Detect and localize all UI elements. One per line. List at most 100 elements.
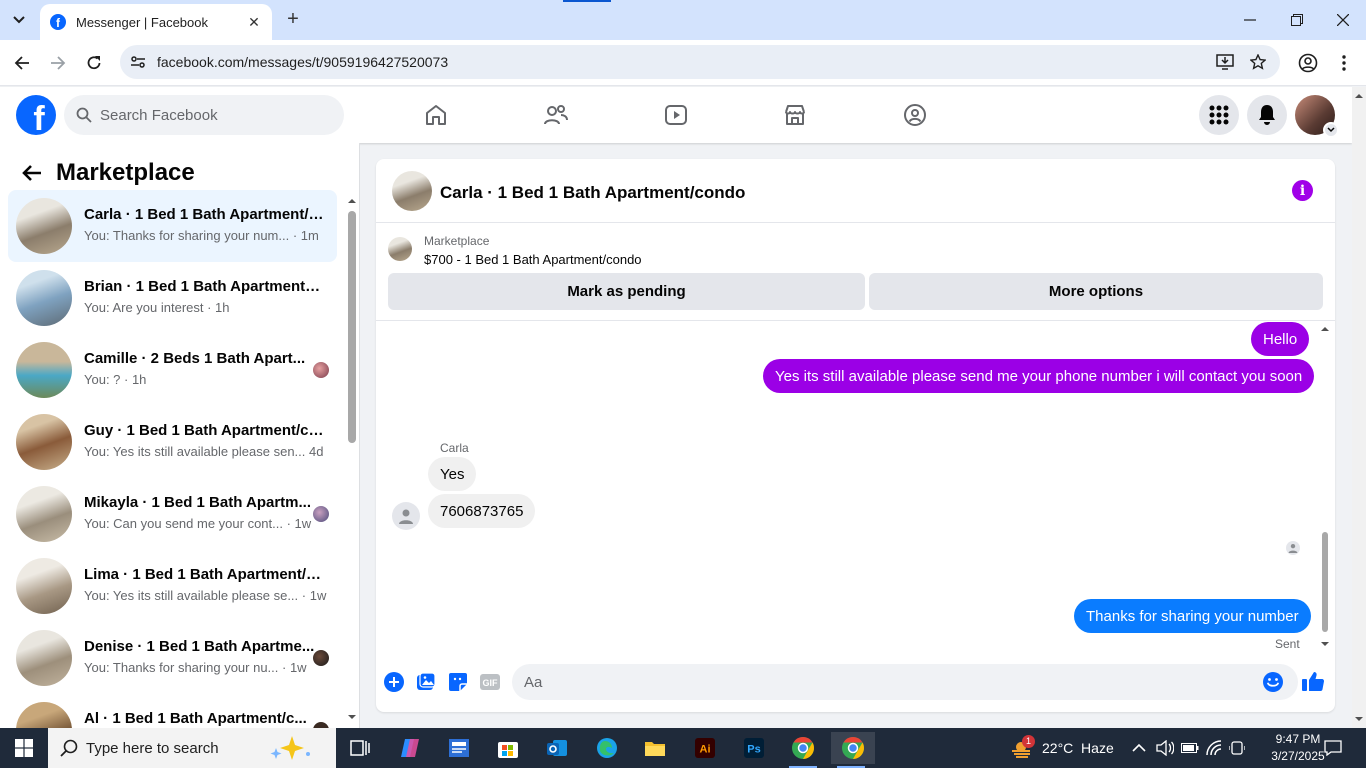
scrollbar-thumb[interactable] xyxy=(348,211,356,443)
profile-icon xyxy=(1298,53,1318,73)
attach-photo-button[interactable] xyxy=(415,671,437,693)
browser-tab[interactable]: f Messenger | Facebook ✕ xyxy=(40,4,272,40)
taskbar: Type here to search Ai Ps 1 22°C Haze 9:… xyxy=(0,728,1366,768)
nav-marketplace[interactable] xyxy=(781,101,809,129)
conversation-item-carla[interactable]: Carla · 1 Bed 1 Bath Apartment/c... You:… xyxy=(8,190,337,262)
chevron-down-icon xyxy=(1327,127,1335,133)
conversation-item-lima[interactable]: Lima · 1 Bed 1 Bath Apartment/c... You: … xyxy=(8,550,337,622)
message-bubble-incoming[interactable]: Yes xyxy=(428,457,477,491)
user-icon xyxy=(1288,543,1298,553)
news-app[interactable] xyxy=(439,732,479,764)
back-button[interactable] xyxy=(10,51,34,75)
page-scrollbar[interactable] xyxy=(1352,87,1366,728)
browser-tab-strip: f Messenger | Facebook ✕ + xyxy=(0,0,1366,40)
scroll-down-arrow-icon[interactable] xyxy=(345,711,359,723)
conversation-item-denise[interactable]: Denise · 1 Bed 1 Bath Apartme... You: Th… xyxy=(8,622,337,694)
facebook-logo[interactable]: f xyxy=(16,95,56,135)
nav-friends[interactable] xyxy=(542,101,570,129)
scrollbar-thumb[interactable] xyxy=(1322,532,1328,632)
emoji-icon[interactable] xyxy=(1262,671,1284,693)
tab-list-button[interactable] xyxy=(6,8,32,32)
copilot-app[interactable] xyxy=(390,732,430,764)
edge-app[interactable] xyxy=(587,732,627,764)
more-options-button[interactable]: More options xyxy=(869,273,1323,310)
conversation-item-camille[interactable]: Camille · 2 Beds 1 Bath Apart... You: ? … xyxy=(8,334,337,406)
like-button[interactable] xyxy=(1301,669,1325,693)
bookmark-star-icon[interactable] xyxy=(1248,52,1268,72)
chat-listing-avatar[interactable] xyxy=(392,171,432,211)
conversation-list-scrollbar[interactable] xyxy=(345,193,359,723)
chrome-profile-app[interactable] xyxy=(831,732,875,768)
mark-as-pending-button[interactable]: Mark as pending xyxy=(388,273,865,310)
info-icon: i xyxy=(1299,182,1306,199)
close-tab-icon[interactable]: ✕ xyxy=(246,14,262,31)
taskbar-search[interactable]: Type here to search xyxy=(48,728,336,768)
reload-button[interactable] xyxy=(82,51,106,75)
url-text: facebook.com/messages/t/9059196427520073 xyxy=(157,54,449,70)
minimize-button[interactable] xyxy=(1238,8,1262,32)
outlook-icon xyxy=(547,740,567,756)
gif-button[interactable]: GIF xyxy=(479,671,501,693)
message-input[interactable] xyxy=(524,664,1244,700)
device-button[interactable] xyxy=(1229,728,1245,768)
facebook-search-input[interactable]: Search Facebook xyxy=(64,95,344,135)
message-bubble-incoming[interactable]: 7606873765 xyxy=(428,494,536,528)
seen-avatar xyxy=(313,506,329,522)
photoshop-app[interactable]: Ps xyxy=(734,732,774,764)
conversation-item-mikayla[interactable]: Mikayla · 1 Bed 1 Bath Apartm... You: Ca… xyxy=(8,478,337,550)
message-scrollbar[interactable] xyxy=(1318,324,1332,649)
chrome-app[interactable] xyxy=(783,732,823,768)
info-button[interactable]: i xyxy=(1292,180,1313,201)
weather-text: 22°C Haze xyxy=(1042,740,1114,756)
site-info-icon[interactable] xyxy=(128,52,148,72)
scroll-up-arrow-icon[interactable] xyxy=(345,195,359,207)
message-bubble-outgoing[interactable]: Hello xyxy=(1251,322,1310,356)
nav-home[interactable] xyxy=(422,101,450,129)
notification-center-button[interactable] xyxy=(1324,728,1342,768)
more-actions-button[interactable] xyxy=(383,671,405,693)
nav-groups[interactable] xyxy=(901,101,929,129)
address-bar[interactable]: facebook.com/messages/t/9059196427520073 xyxy=(120,45,1280,79)
scroll-up-arrow-icon[interactable] xyxy=(1318,324,1332,334)
profile-button[interactable] xyxy=(1296,51,1320,75)
outlook-app[interactable] xyxy=(537,732,577,764)
network-button[interactable] xyxy=(1205,728,1223,768)
account-avatar[interactable] xyxy=(1295,95,1339,138)
menu-button[interactable] xyxy=(1199,95,1239,135)
illustrator-app[interactable]: Ai xyxy=(685,732,725,764)
conversation-item-guy[interactable]: Guy · 1 Bed 1 Bath Apartment/co... You: … xyxy=(8,406,337,478)
marketplace-back-button[interactable] xyxy=(16,157,48,189)
nav-video[interactable] xyxy=(662,101,690,129)
message-bubble-outgoing[interactable]: Thanks for sharing your number xyxy=(1074,599,1311,633)
conversation-name: Al · 1 Bed 1 Bath Apartment/c... xyxy=(84,710,307,727)
sender-avatar[interactable] xyxy=(392,502,420,530)
volume-button[interactable] xyxy=(1156,728,1174,768)
scroll-down-arrow-icon[interactable] xyxy=(1352,712,1366,726)
taskbar-search-placeholder: Type here to search xyxy=(86,739,219,757)
new-tab-button[interactable]: + xyxy=(282,9,304,31)
start-button[interactable] xyxy=(0,728,48,768)
scroll-down-arrow-icon[interactable] xyxy=(1318,639,1332,649)
chevron-down-icon xyxy=(13,16,25,24)
scroll-up-arrow-icon[interactable] xyxy=(1352,89,1366,103)
task-view-button[interactable] xyxy=(340,732,380,764)
sticker-button[interactable] xyxy=(447,671,469,693)
browser-menu-button[interactable] xyxy=(1332,51,1356,75)
microsoft-store-app[interactable] xyxy=(488,732,528,764)
facebook-favicon-icon: f xyxy=(50,14,66,30)
show-hidden-icons-button[interactable] xyxy=(1132,728,1146,768)
install-app-icon[interactable] xyxy=(1215,52,1235,72)
message-bubble-outgoing[interactable]: Yes its still available please send me y… xyxy=(763,359,1315,393)
message-status: Sent xyxy=(1275,637,1300,651)
conversation-item-al[interactable]: Al · 1 Bed 1 Bath Apartment/c... xyxy=(8,694,337,728)
restore-button[interactable] xyxy=(1285,8,1309,32)
search-icon xyxy=(60,739,78,757)
weather-widget[interactable]: 1 22°C Haze xyxy=(1010,728,1114,768)
battery-button[interactable] xyxy=(1181,728,1199,768)
conversation-item-brian[interactable]: Brian · 1 Bed 1 Bath Apartment/c... You:… xyxy=(8,262,337,334)
chat-title[interactable]: Carla · 1 Bed 1 Bath Apartment/condo xyxy=(440,183,745,203)
close-window-button[interactable] xyxy=(1331,8,1355,32)
notifications-button[interactable] xyxy=(1247,95,1287,135)
file-explorer-app[interactable] xyxy=(635,732,675,764)
forward-button[interactable] xyxy=(46,51,70,75)
